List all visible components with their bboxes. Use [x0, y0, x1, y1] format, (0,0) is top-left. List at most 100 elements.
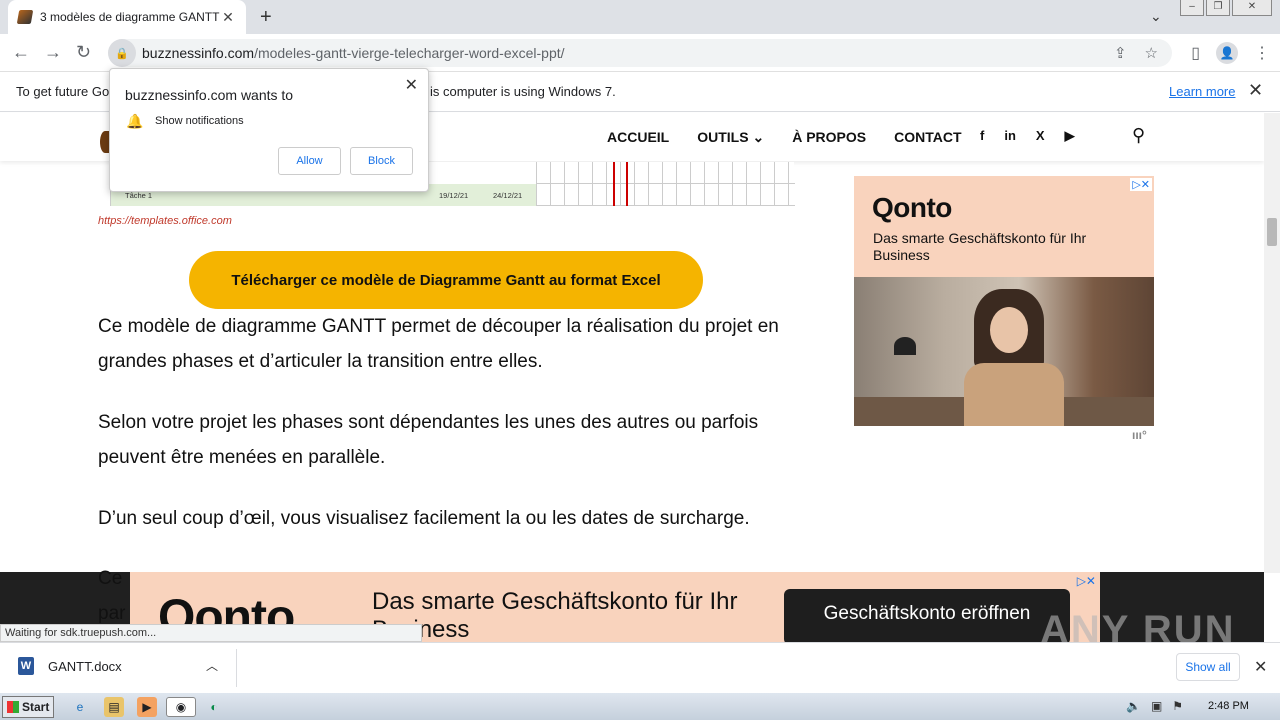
system-tray: 🔈 ▣ ⚑: [1126, 699, 1183, 713]
action-center-flag-icon[interactable]: ⚑: [1172, 699, 1183, 713]
file-explorer-icon[interactable]: ▤: [104, 697, 124, 717]
image-source-link[interactable]: https://templates.office.com: [98, 215, 232, 227]
reload-icon[interactable]: ↻: [76, 42, 91, 63]
infobar-message-left: To get future Go: [16, 84, 110, 99]
ad-tagline: Das smarte Geschäftskonto für Ihr Busine…: [873, 230, 1087, 263]
infobar-message-right: is computer is using Windows 7.: [430, 84, 616, 99]
facebook-icon[interactable]: f: [980, 128, 984, 144]
new-tab-button[interactable]: +: [260, 6, 272, 29]
banner-cta-button[interactable]: Geschäftskonto eröffnen: [784, 589, 1070, 642]
tab-search-chevron-icon[interactable]: ⌄: [1150, 8, 1162, 25]
menu-kebab-icon[interactable]: ⋮: [1254, 43, 1270, 63]
x-twitter-icon[interactable]: X: [1036, 128, 1045, 144]
gantt-today-line: [613, 162, 615, 206]
back-arrow-icon[interactable]: ←: [12, 42, 30, 63]
show-all-button[interactable]: Show all: [1176, 653, 1240, 681]
chevron-down-icon: ⌄: [752, 129, 765, 145]
learn-more-link[interactable]: Learn more: [1169, 84, 1235, 99]
gantt-start-date: 19/12/21: [439, 190, 469, 200]
start-label: Start: [22, 700, 50, 714]
omnibox-actions: ⇪ ☆: [1114, 44, 1158, 62]
download-item[interactable]: W GANTT.docx: [18, 657, 122, 675]
profile-avatar-icon[interactable]: 👤: [1216, 42, 1238, 64]
nav-outils-label: OUTILS: [697, 129, 749, 145]
site-favicon-icon: [16, 10, 34, 24]
article-paragraph-fragment: Ce: [98, 568, 123, 589]
ad-provider-icon: ııı°: [1132, 428, 1147, 442]
tab-title: 3 modèles de diagramme GANTT vierge: [40, 10, 220, 24]
gantt-end-date: 24/12/21: [493, 190, 523, 200]
nav-accueil[interactable]: ACCUEIL: [607, 129, 669, 146]
scrollbar-thumb[interactable]: [1267, 218, 1277, 246]
gantt-today-line: [626, 162, 628, 206]
permission-item: Show notifications: [155, 115, 244, 127]
taskbar-clock[interactable]: 2:48 PM: [1208, 700, 1249, 712]
internet-explorer-icon[interactable]: e: [70, 697, 90, 717]
linkedin-icon[interactable]: in: [1004, 128, 1016, 144]
media-player-icon[interactable]: ▶: [137, 697, 157, 717]
forward-arrow-icon[interactable]: →: [44, 42, 62, 63]
article-paragraph-fragment: par: [98, 603, 126, 624]
minimize-icon[interactable]: –: [1180, 0, 1204, 16]
infobar-close-icon[interactable]: ✕: [1248, 80, 1263, 101]
gantt-grid: [536, 162, 795, 206]
lock-icon[interactable]: 🔒: [108, 39, 136, 67]
download-filename: GANTT.docx: [48, 658, 122, 674]
site-nav-menu: ACCUEIL OUTILS ⌄ À PROPOS CONTACT: [607, 129, 962, 146]
ad-photo-lamp: [894, 337, 916, 355]
nav-a-propos[interactable]: À PROPOS: [792, 129, 866, 146]
qonto-sidebar-ad[interactable]: Qonto Das smarte Geschäftskonto für Ihr …: [854, 176, 1154, 426]
youtube-icon[interactable]: ▶: [1065, 128, 1075, 144]
downloads-bar: W GANTT.docx ︿ Show all ✕: [0, 642, 1280, 692]
edge-icon[interactable]: ◐: [204, 697, 224, 717]
share-icon[interactable]: ⇪: [1114, 44, 1127, 62]
social-links: f in X ▶: [980, 128, 1075, 144]
chrome-taskbar-icon[interactable]: ◉: [166, 697, 196, 717]
block-button[interactable]: Block: [350, 147, 413, 175]
url-text[interactable]: buzznessinfo.com/modeles-gantt-vierge-te…: [142, 45, 565, 61]
window-close-icon[interactable]: ✕: [1232, 0, 1272, 16]
adchoices-close-icon[interactable]: ▷✕: [1130, 178, 1152, 191]
dialog-title: buzznessinfo.com wants to: [125, 87, 294, 103]
browser-toolbar: ← → ↻ 🔒 buzznessinfo.com/modeles-gantt-v…: [0, 34, 1280, 72]
network-icon[interactable]: ▣: [1151, 699, 1162, 713]
nav-outils[interactable]: OUTILS ⌄: [697, 129, 764, 146]
notification-permission-dialog: buzznessinfo.com wants to ✕ 🔔 Show notif…: [109, 68, 429, 192]
side-panel-icon[interactable]: ▯: [1191, 43, 1200, 63]
article-paragraph: Ce modèle de diagramme GANTT permet de d…: [98, 316, 779, 372]
ad-brand: Qonto: [872, 192, 952, 223]
bookmark-star-icon[interactable]: ☆: [1145, 44, 1158, 62]
dialog-close-icon[interactable]: ✕: [405, 75, 418, 95]
status-bubble: Waiting for sdk.truepush.com...: [0, 624, 422, 642]
address-bar[interactable]: 🔒 buzznessinfo.com/modeles-gantt-vierge-…: [108, 39, 1172, 67]
toolbar-right: ▯ 👤 ⋮: [1191, 42, 1270, 64]
url-domain: buzznessinfo.com: [142, 45, 255, 61]
windows-flag-icon: [7, 701, 19, 713]
allow-button[interactable]: Allow: [278, 147, 341, 175]
url-path: /modeles-gantt-vierge-telecharger-word-e…: [254, 45, 565, 61]
banner-adchoices-close-icon[interactable]: ▷✕: [1077, 574, 1096, 588]
volume-icon[interactable]: 🔈: [1126, 699, 1141, 713]
browser-tab[interactable]: 3 modèles de diagramme GANTT vierge ✕: [8, 0, 246, 34]
word-document-icon: W: [18, 657, 34, 675]
banner-tagline: Das smarte Geschäftskonto für Ihr Busine…: [372, 588, 738, 642]
ad-photo: [854, 277, 1154, 426]
tab-close-icon[interactable]: ✕: [220, 9, 236, 26]
downloads-close-icon[interactable]: ✕: [1254, 657, 1267, 677]
window-controls: – ❐ ✕: [1180, 0, 1272, 16]
article-paragraph: D’un seul coup d’œil, vous visualisez fa…: [98, 508, 750, 529]
tab-strip: 3 modèles de diagramme GANTT vierge ✕ + …: [0, 0, 1280, 34]
bell-icon: 🔔: [126, 113, 144, 129]
nav-contact[interactable]: CONTACT: [894, 129, 961, 146]
divider: [236, 649, 237, 687]
windows-taskbar: Start e ▤ ▶ ◉ ◐ 🔈 ▣ ⚑ 2:48 PM: [0, 692, 1280, 720]
ad-photo-body: [964, 363, 1064, 426]
restore-icon[interactable]: ❐: [1206, 0, 1230, 16]
article-paragraph: Selon votre projet les phases sont dépen…: [98, 412, 759, 468]
ad-photo-face: [990, 307, 1028, 353]
download-excel-button[interactable]: Télécharger ce modèle de Diagramme Gantt…: [189, 251, 703, 309]
search-icon[interactable]: ⚲: [1132, 125, 1145, 146]
start-button[interactable]: Start: [2, 696, 54, 718]
chevron-up-icon[interactable]: ︿: [206, 657, 218, 674]
page-scrollbar[interactable]: [1264, 113, 1280, 573]
